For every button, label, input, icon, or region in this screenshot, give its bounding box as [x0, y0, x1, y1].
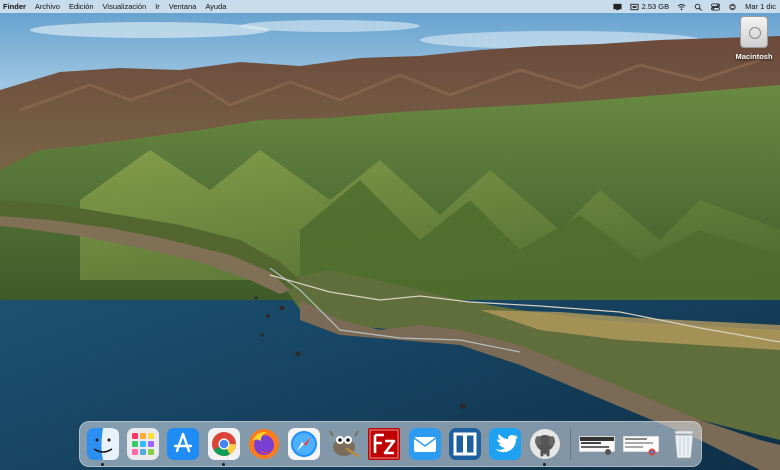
disk-label: Macintosh: [735, 52, 773, 61]
window-thumbnail-icon: [578, 435, 616, 455]
display-icon[interactable]: [613, 3, 622, 11]
mail-icon: [408, 428, 441, 460]
gimp-icon: [329, 430, 360, 458]
safari-icon: [287, 428, 320, 460]
running-indicator: [221, 463, 225, 466]
chrome-icon: [207, 428, 240, 460]
dock-twitter[interactable]: [488, 427, 522, 461]
menu-edicion[interactable]: Edición: [69, 2, 94, 11]
dock: [79, 421, 702, 467]
menu-app-name[interactable]: Finder: [3, 2, 26, 11]
search-icon[interactable]: [694, 3, 703, 11]
menu-bar: Finder Archivo Edición Visualización Ir …: [0, 0, 780, 13]
elephant-icon: [530, 429, 561, 459]
running-indicator: [101, 463, 104, 466]
filezilla-icon: [368, 428, 401, 460]
menu-visualizacion[interactable]: Visualización: [103, 2, 147, 11]
app-store-icon: [167, 428, 200, 460]
trash-icon: [674, 430, 694, 459]
menu-ventana[interactable]: Ventana: [169, 2, 197, 11]
memory-chip-icon: [630, 3, 639, 10]
control-center-icon[interactable]: [711, 2, 721, 11]
dock-trash[interactable]: [667, 427, 701, 461]
firefox-icon: [248, 429, 279, 459]
dock-firefox[interactable]: [247, 427, 281, 461]
menu-archivo[interactable]: Archivo: [35, 2, 60, 11]
finder-icon: [87, 428, 119, 460]
dock-finder[interactable]: [86, 427, 120, 466]
dock-mail[interactable]: [408, 427, 442, 461]
siri-icon[interactable]: [728, 3, 737, 11]
dock-app-store[interactable]: [166, 427, 200, 461]
remote-desktop-icon: [448, 428, 481, 460]
memory-value: 2.53 GB: [641, 2, 670, 11]
wifi-icon[interactable]: [677, 3, 686, 11]
hard-disk-icon: [740, 16, 768, 48]
launchpad-icon: [127, 428, 160, 460]
desktop-disk-macintosh[interactable]: Macintosh: [728, 16, 780, 61]
menu-bar-right: 2.53 GB Mar 1 dic: [605, 2, 780, 11]
dock-window-thumbnail-2[interactable]: [622, 427, 660, 461]
dock-chrome[interactable]: [207, 427, 241, 466]
desktop-wallpaper: [0, 0, 780, 470]
running-indicator: [543, 463, 547, 466]
dock-separator: [570, 428, 572, 460]
menu-clock[interactable]: Mar 1 dic: [745, 2, 776, 11]
dock-sequel-pro[interactable]: [528, 427, 562, 466]
dock-filezilla[interactable]: [367, 427, 401, 461]
dock-safari[interactable]: [287, 427, 321, 461]
dock-remote-desktop[interactable]: [448, 427, 482, 461]
memory-status[interactable]: 2.53 GB: [630, 2, 670, 11]
menu-ir[interactable]: Ir: [155, 2, 160, 11]
menu-bar-left: Finder Archivo Edición Visualización Ir …: [0, 2, 235, 11]
dock-launchpad[interactable]: [126, 427, 160, 461]
menu-ayuda[interactable]: Ayuda: [205, 2, 226, 11]
dock-window-thumbnail-1[interactable]: [578, 427, 616, 461]
dock-gimp[interactable]: [327, 427, 361, 461]
twitter-icon: [488, 428, 521, 460]
window-thumbnail-icon: [623, 435, 660, 456]
